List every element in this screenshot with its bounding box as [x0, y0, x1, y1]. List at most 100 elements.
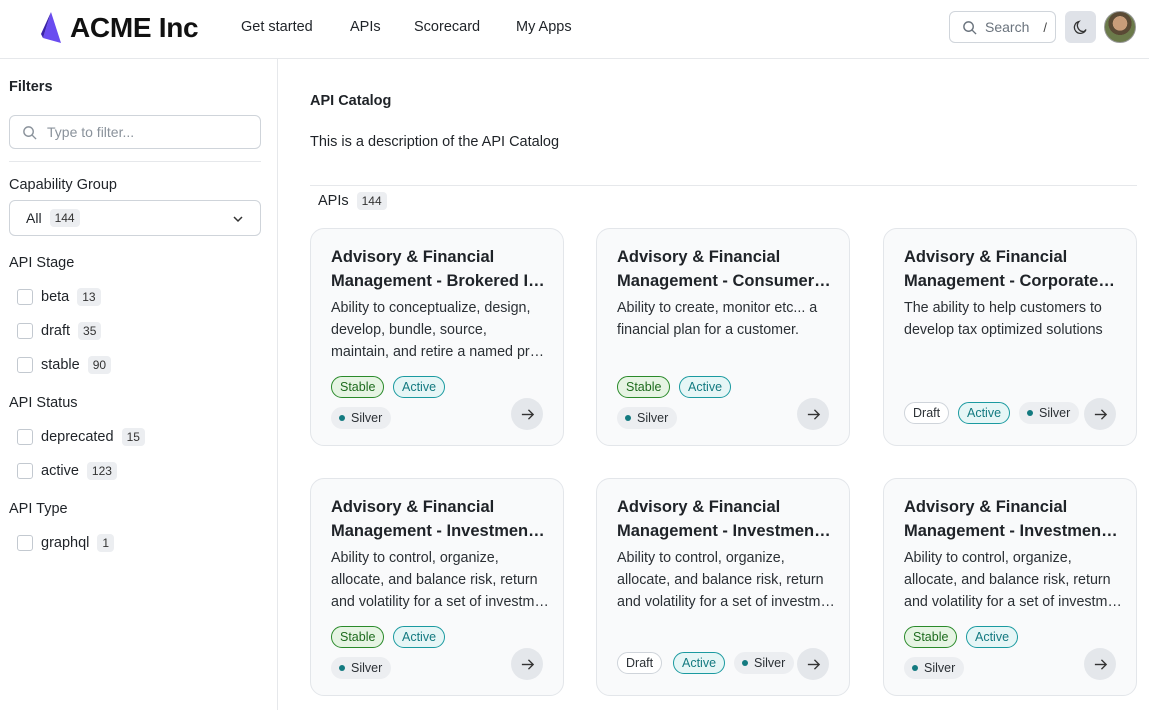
apis-label: APIs — [318, 193, 349, 209]
api-status-label: API Status — [9, 395, 78, 411]
desc-line: allocate, and balance risk, return — [331, 572, 538, 588]
open-api-button[interactable] — [511, 398, 543, 430]
desc-line: The ability to help customers to — [904, 300, 1102, 316]
checkbox[interactable] — [17, 463, 33, 479]
capability-group-select[interactable]: All 144 — [9, 200, 261, 236]
tier-badge: Silver — [904, 657, 965, 679]
tier-label: Silver — [924, 661, 956, 675]
tier-dot — [339, 415, 345, 421]
filter-stage-beta[interactable]: beta 13 — [17, 288, 101, 306]
nav-scorecard[interactable]: Scorecard — [414, 19, 480, 35]
nav-get-started[interactable]: Get started — [241, 19, 313, 35]
open-api-button[interactable] — [797, 398, 829, 430]
checkbox[interactable] — [17, 357, 33, 373]
page-title: API Catalog — [310, 93, 392, 109]
theme-toggle-button[interactable] — [1065, 11, 1096, 43]
open-api-button[interactable] — [797, 648, 829, 680]
page-description: This is a description of the API Catalog — [310, 134, 560, 150]
desc-line: Ability to conceptualize, design, — [331, 300, 531, 316]
title-line: Advisory & Financial — [617, 248, 781, 266]
api-card[interactable]: Advisory & Financial Management - Corpor… — [883, 228, 1137, 446]
desc-line: develop, bundle, source, — [331, 322, 487, 338]
search-icon — [963, 20, 977, 35]
api-card[interactable]: Advisory & Financial Management - Invest… — [596, 478, 850, 696]
arrow-right-icon — [521, 408, 534, 420]
brand-logo[interactable]: ACME Inc — [41, 12, 199, 43]
arrow-right-icon — [1094, 658, 1107, 670]
tier-badge: Silver — [1019, 402, 1080, 424]
nav-my-apps[interactable]: My Apps — [516, 19, 572, 35]
arrow-right-icon — [807, 408, 820, 420]
open-api-button[interactable] — [1084, 398, 1116, 430]
filter-stage-draft[interactable]: draft 35 — [17, 322, 102, 340]
select-value: All — [26, 210, 42, 226]
checkbox[interactable] — [17, 535, 33, 551]
title-line: Advisory & Financial — [904, 498, 1068, 516]
filter-input[interactable]: Type to filter... — [9, 115, 261, 149]
card-description: Ability to conceptualize, design, develo… — [331, 297, 549, 363]
search-button[interactable]: Search / — [949, 11, 1056, 43]
filters-sidebar: Filters Type to filter... Capability Gro… — [0, 59, 278, 710]
filter-type-graphql[interactable]: graphql 1 — [17, 534, 115, 552]
stage-badge: Stable — [331, 376, 385, 398]
nav-apis[interactable]: APIs — [350, 19, 381, 35]
api-card[interactable]: Advisory & Financial Management - Consum… — [596, 228, 850, 446]
checkbox[interactable] — [17, 429, 33, 445]
acme-logo-icon — [41, 12, 61, 43]
api-card[interactable]: Advisory & Financial Management - Broker… — [310, 228, 564, 446]
status-badge: Active — [966, 626, 1019, 648]
stage-badge: Stable — [617, 376, 671, 398]
user-avatar[interactable] — [1104, 11, 1136, 43]
checkbox[interactable] — [17, 289, 33, 305]
option-label: beta — [41, 289, 70, 305]
filter-status-active[interactable]: active 123 — [17, 462, 117, 480]
moon-icon — [1073, 20, 1087, 34]
card-description: The ability to help customers to develop… — [904, 297, 1122, 341]
open-api-button[interactable] — [1084, 648, 1116, 680]
option-label: active — [41, 463, 79, 479]
desc-line: allocate, and balance risk, return — [617, 572, 824, 588]
title-line: Management - Corporate Tax — [904, 272, 1118, 290]
card-title: Advisory & Financial Management - Invest… — [331, 495, 545, 543]
stage-badge: Draft — [617, 652, 663, 674]
title-line: Management - Investment Strategy — [904, 522, 1118, 540]
chevron-down-icon — [233, 216, 243, 223]
filter-stage-stable[interactable]: stable 90 — [17, 356, 112, 374]
checkbox[interactable] — [17, 323, 33, 339]
status-badge: Active — [393, 376, 446, 398]
status-badge: Active — [393, 626, 446, 648]
apis-count: 144 — [356, 192, 387, 210]
title-line: Advisory & Financial — [617, 498, 781, 516]
filter-status-deprecated[interactable]: deprecated 15 — [17, 428, 145, 446]
card-description: Ability to control, organize, allocate, … — [904, 547, 1122, 613]
api-type-label: API Type — [9, 501, 68, 517]
arrow-right-icon — [1094, 408, 1107, 420]
apis-count-header: APIs 144 — [318, 192, 387, 210]
api-stage-label: API Stage — [9, 255, 75, 271]
api-card[interactable]: Advisory & Financial Management - Invest… — [883, 478, 1137, 696]
desc-line: and volatility for a set of investments — [617, 594, 835, 610]
status-badge: Active — [673, 652, 726, 674]
title-line: Management - Investment Portfolio — [331, 522, 545, 540]
tier-label: Silver — [351, 411, 383, 425]
card-description: Ability to create, monitor etc... a fina… — [617, 297, 835, 341]
tier-dot — [339, 665, 345, 671]
tier-badge: Silver — [331, 657, 392, 679]
api-card[interactable]: Advisory & Financial Management - Invest… — [310, 478, 564, 696]
filters-heading: Filters — [9, 79, 53, 95]
desc-line: Ability to control, organize, — [331, 550, 499, 566]
status-badge: Active — [679, 376, 732, 398]
desc-line: Ability to create, monitor etc... a — [617, 300, 818, 316]
tier-label: Silver — [1039, 406, 1071, 420]
arrow-right-icon — [807, 658, 820, 670]
open-api-button[interactable] — [511, 648, 543, 680]
desc-line: allocate, and balance risk, return — [904, 572, 1111, 588]
card-title: Advisory & Financial Management - Corpor… — [904, 245, 1118, 293]
search-shortcut-hint: / — [1043, 19, 1047, 35]
option-count: 123 — [86, 462, 117, 480]
tier-badge: Silver — [734, 652, 795, 674]
card-title: Advisory & Financial Management - Invest… — [617, 495, 831, 543]
desc-line: financial plan for a customer. — [617, 322, 799, 338]
card-title: Advisory & Financial Management - Consum… — [617, 245, 831, 293]
option-label: stable — [41, 357, 80, 373]
